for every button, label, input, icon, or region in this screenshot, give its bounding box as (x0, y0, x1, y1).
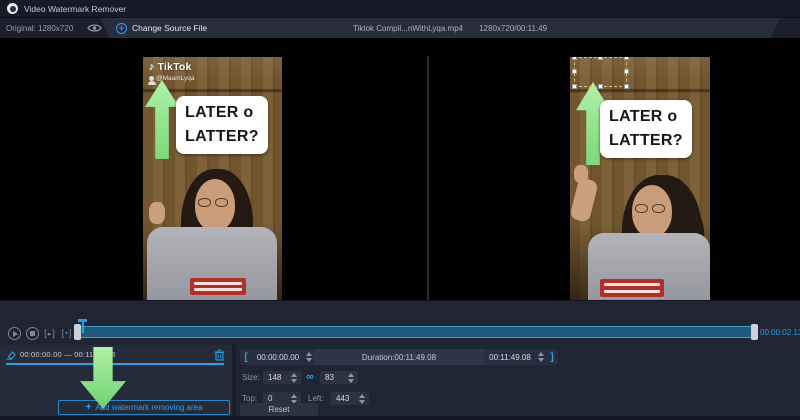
caption-line-2: LATTER? (609, 129, 683, 153)
tiktok-logo-text: TikTok (158, 61, 192, 73)
resize-handle[interactable] (624, 84, 629, 89)
preview-stop-button[interactable]: [▪] (60, 327, 73, 340)
add-watermark-area-label: Add watermark removing area (95, 403, 202, 412)
title-bar: Video Watermark Remover (0, 0, 800, 18)
left-input[interactable] (331, 392, 357, 405)
original-video-preview: ♪ TikTok @MaamLyqa LATER o LATTER? (143, 57, 282, 300)
current-time-display: 00:00:02.13/0 (760, 328, 800, 337)
link-ratio-icon[interactable]: ∞ (306, 371, 314, 383)
app-window: Video Watermark Remover Original: 1280x7… (0, 0, 800, 420)
app-logo-icon (7, 3, 18, 14)
change-source-file-button[interactable]: + Change Source File (110, 18, 213, 38)
width-input[interactable] (263, 371, 289, 384)
stop-button[interactable] (26, 327, 39, 340)
eye-icon[interactable] (87, 23, 102, 33)
start-time-stepper[interactable] (304, 350, 314, 364)
bottom-section: 00:00:00.00 — 00:11:49.08 + Add watermar… (0, 345, 800, 416)
height-input[interactable] (320, 371, 346, 384)
watermark-area-list-panel: 00:00:00.00 — 00:11:49.08 + Add watermar… (0, 345, 232, 416)
set-start-bracket-button[interactable]: [ (240, 352, 252, 363)
preview-play-button[interactable]: [▸] (43, 327, 56, 340)
resize-handle[interactable] (624, 69, 629, 74)
end-time-input[interactable] (484, 349, 536, 365)
play-button[interactable] (8, 327, 21, 340)
resize-handle[interactable] (598, 57, 603, 60)
tiktok-watermark: ♪ TikTok @MaamLyqa (149, 61, 195, 82)
caption-line-2: LATTER? (185, 125, 259, 149)
transport-bar: [▸] [▪] 00:00:02.13/0 (0, 300, 800, 345)
caption-bubble: LATER o LATTER? (600, 100, 692, 158)
width-stepper[interactable] (289, 372, 299, 384)
reset-button[interactable]: Reset (240, 403, 318, 416)
size-label: Size: (242, 373, 260, 382)
tiktok-note-icon: ♪ (149, 61, 155, 73)
left-stepper[interactable] (357, 393, 367, 405)
caption-line-1: LATER o (609, 105, 683, 129)
resize-handle[interactable] (572, 69, 577, 74)
preview-area: ♪ TikTok @MaamLyqa LATER o LATTER? (0, 38, 800, 300)
file-meta: Tiktok Compil...nWithLyqa.mp4 1280x720/0… (353, 18, 547, 38)
person-glasses (198, 198, 228, 207)
shirt-patch (190, 278, 246, 295)
plus-icon: + (86, 403, 92, 413)
end-time-stepper[interactable] (536, 350, 546, 364)
timeline-track[interactable] (80, 326, 752, 338)
resize-handle[interactable] (572, 84, 577, 89)
height-field[interactable] (320, 371, 358, 384)
original-resolution-tab[interactable]: Original: 1280x720 (0, 18, 110, 38)
eraser-icon (6, 350, 16, 360)
area-properties-panel: [ Duration:00:11:49.08 ] Size: ∞ Top: (236, 345, 800, 416)
file-info: 1280x720/00:11:49 (479, 24, 547, 33)
selected-item-underline (6, 363, 224, 365)
resize-handle[interactable] (624, 57, 629, 60)
add-watermark-area-button[interactable]: + Add watermark removing area (58, 400, 230, 415)
time-range-row: [ Duration:00:11:49.08 ] (240, 349, 558, 365)
top-label: Top: (242, 394, 257, 403)
output-video-preview[interactable]: LATER o LATTER? (570, 57, 710, 300)
file-name: Tiktok Compil...nWithLyqa.mp4 (353, 24, 463, 33)
person-arm (570, 177, 599, 223)
watermark-area-list-item[interactable]: 00:00:00.00 — 00:11:49.08 (0, 348, 232, 362)
user-icon (149, 76, 154, 81)
toolbar-corner (770, 18, 800, 38)
add-icon: + (116, 23, 127, 34)
set-end-bracket-button[interactable]: ] (546, 352, 558, 363)
watermark-selection-box[interactable] (574, 57, 627, 87)
person-hand (149, 202, 165, 224)
shirt-patch (600, 279, 664, 297)
width-field[interactable] (263, 371, 301, 384)
left-field[interactable] (331, 392, 369, 405)
left-label: Left: (308, 394, 324, 403)
original-resolution-label: Original: 1280x720 (6, 24, 73, 33)
resize-handle[interactable] (598, 84, 603, 89)
resize-handle[interactable] (572, 57, 577, 60)
playhead-marker[interactable] (78, 319, 87, 333)
trash-icon[interactable] (214, 349, 225, 361)
timeline-right-handle[interactable] (751, 324, 758, 340)
caption-line-1: LATER o (185, 101, 259, 125)
toolbar: Original: 1280x720 + Change Source File … (0, 18, 800, 38)
footer-strip (0, 416, 800, 420)
caption-bubble: LATER o LATTER? (176, 96, 268, 154)
height-stepper[interactable] (346, 372, 356, 384)
start-time-input[interactable] (252, 349, 304, 365)
app-title: Video Watermark Remover (24, 4, 126, 14)
person-glasses (635, 204, 665, 213)
change-source-file-label: Change Source File (132, 23, 207, 33)
duration-display: Duration:00:11:49.08 (314, 349, 484, 365)
up-arrow-annotation (145, 80, 179, 159)
pane-divider (427, 56, 429, 300)
